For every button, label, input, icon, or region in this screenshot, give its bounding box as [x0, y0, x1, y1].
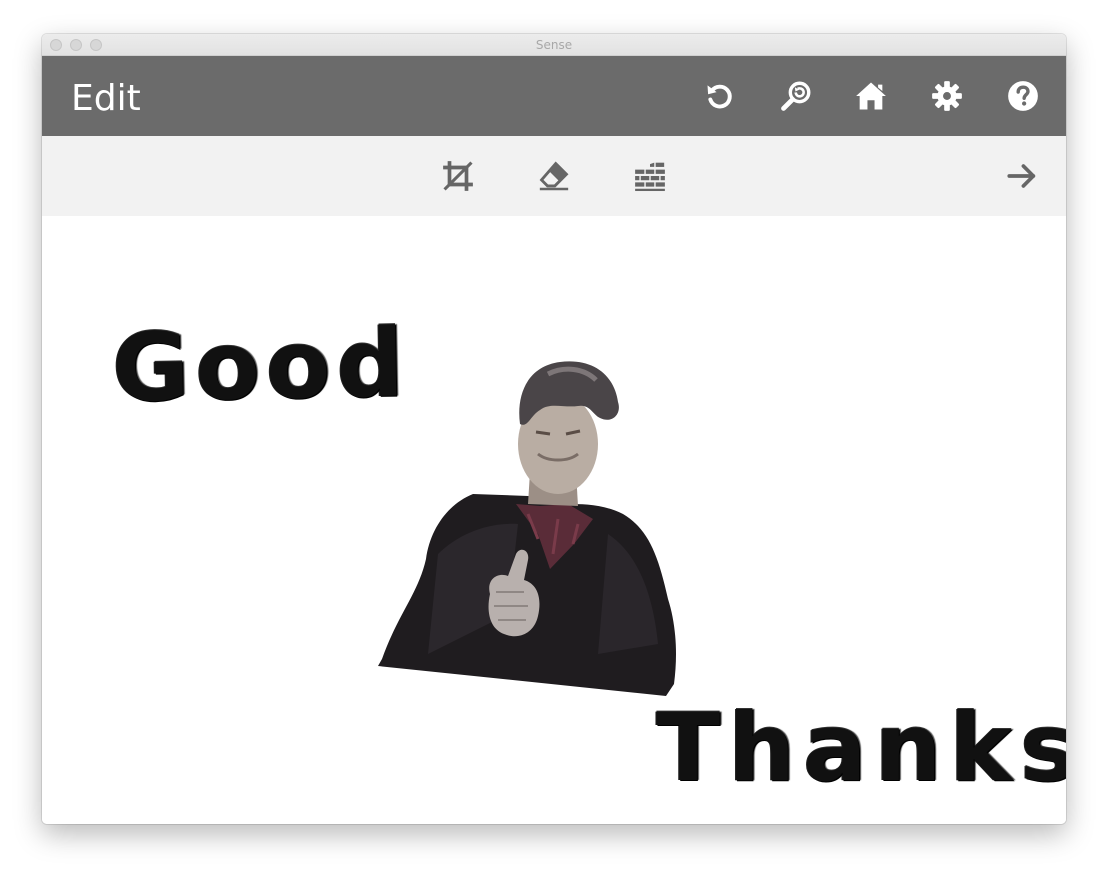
app-bar: Edit: [42, 56, 1066, 136]
undo-button[interactable]: [700, 76, 740, 116]
eraser-button[interactable]: [536, 158, 572, 194]
help-button[interactable]: [1003, 76, 1043, 116]
edit-toolbar: [42, 136, 1066, 216]
app-window: Sense Edit Good Thanks: [42, 34, 1066, 824]
home-icon: [856, 82, 886, 110]
crop-icon: [443, 161, 473, 191]
page-title: Edit: [71, 78, 141, 119]
undo-icon: [707, 84, 732, 109]
person-sticker[interactable]: [378, 354, 678, 699]
window-titlebar[interactable]: Sense: [42, 34, 1066, 56]
zoom-reset-button[interactable]: [776, 76, 816, 116]
next-button[interactable]: [1004, 158, 1040, 194]
edit-canvas[interactable]: Good Thanks: [42, 216, 1066, 824]
crop-button[interactable]: [440, 158, 476, 194]
window-title: Sense: [535, 38, 573, 52]
eraser-icon: [539, 161, 569, 191]
background-button[interactable]: [632, 158, 668, 194]
brick-wall-icon: [635, 162, 665, 192]
settings-button[interactable]: [927, 76, 967, 116]
arrow-right-icon: [1007, 164, 1036, 188]
help-icon: [1008, 81, 1038, 111]
home-button[interactable]: [851, 76, 891, 116]
sticker-text-good[interactable]: Good: [111, 309, 410, 423]
zoom-reset-icon: [781, 81, 811, 111]
gear-icon: [932, 81, 962, 111]
sticker-text-thanks[interactable]: Thanks: [656, 694, 1066, 803]
